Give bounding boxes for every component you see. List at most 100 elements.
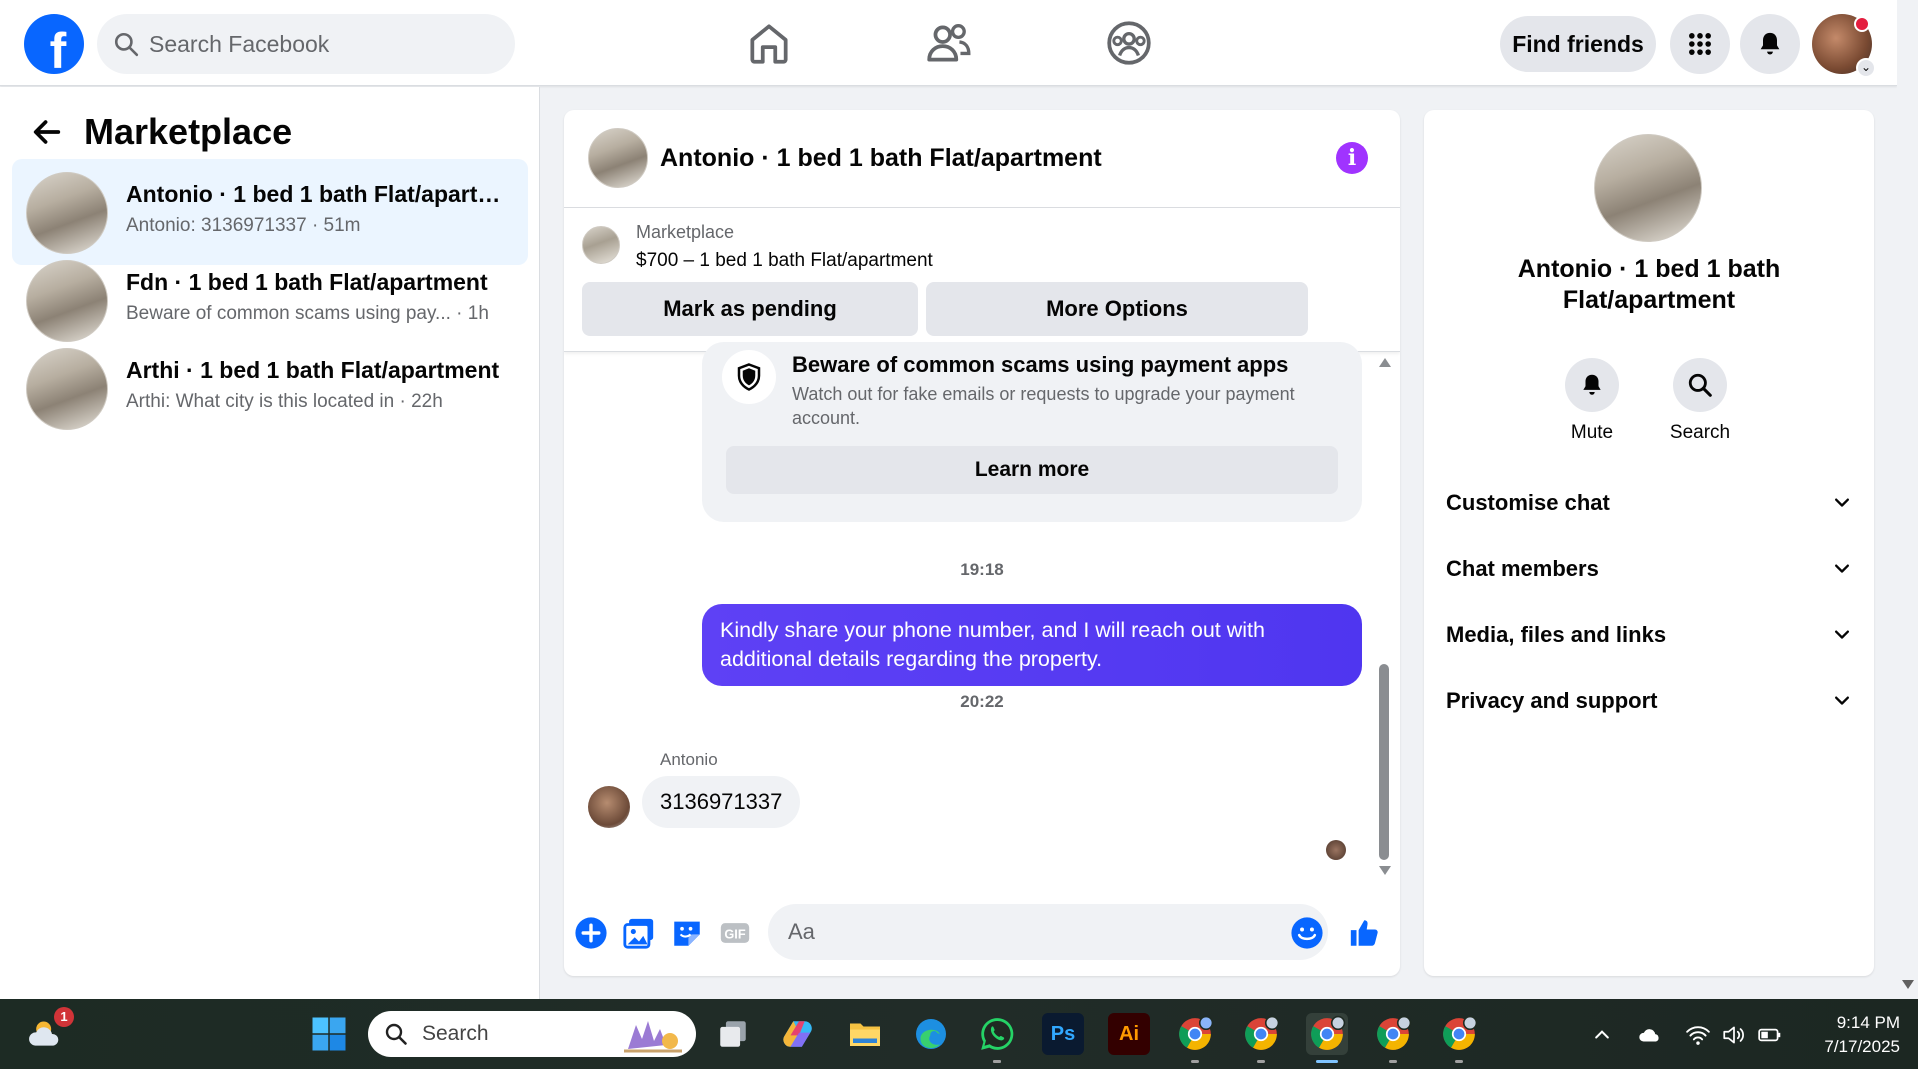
file-explorer-button[interactable] — [844, 1013, 886, 1055]
page-scrollbar[interactable] — [1897, 0, 1918, 1000]
listing-price[interactable]: $700 – 1 bed 1 bath Flat/apartment — [636, 250, 933, 272]
menu-button[interactable] — [1670, 14, 1730, 74]
chrome-button-2[interactable] — [1240, 1013, 1282, 1063]
illustrator-button[interactable]: Ai — [1108, 1013, 1150, 1055]
back-arrow-icon[interactable] — [30, 115, 64, 149]
section-privacy-support[interactable]: Privacy and support — [1446, 676, 1852, 726]
marketplace-inbox-panel: Marketplace Antonio · 1 bed 1 bath Flat/… — [0, 87, 540, 999]
section-media-files-links[interactable]: Media, files and links — [1446, 610, 1852, 660]
sender-name: Antonio — [660, 750, 718, 769]
chevron-down-icon: ⌄ — [1856, 58, 1876, 78]
running-indicator — [993, 1060, 1001, 1063]
listing-source: Marketplace — [636, 222, 735, 242]
emoji-icon[interactable] — [1290, 916, 1324, 950]
account-avatar[interactable]: ⌄ — [1812, 14, 1876, 78]
chat-panel: Antonio · 1 bed 1 bath Flat/apartment i … — [564, 110, 1400, 976]
mark-as-pending-button[interactable]: Mark as pending — [582, 282, 918, 336]
incoming-message[interactable]: 3136971337 — [642, 776, 801, 828]
network-tray[interactable] — [1684, 1021, 1712, 1049]
top-navigation-bar: f Find friends ⌄ — [0, 0, 1897, 86]
learn-more-button[interactable]: Learn more — [726, 446, 1338, 494]
mute-action[interactable]: Mute — [1552, 358, 1632, 444]
section-chat-members[interactable]: Chat members — [1446, 544, 1852, 594]
illustrator-icon: Ai — [1119, 1022, 1139, 1045]
outgoing-message[interactable]: Kindly share your phone number, and I wi… — [702, 604, 1362, 686]
speaker-icon — [1723, 1026, 1744, 1044]
facebook-search[interactable] — [97, 14, 515, 74]
scam-warning-title: Beware of common scams using payment app… — [792, 352, 1289, 377]
battery-tray[interactable] — [1756, 1021, 1784, 1049]
cloud-icon — [1639, 1029, 1659, 1042]
mute-label: Mute — [1570, 422, 1614, 443]
chrome-button-1[interactable] — [1174, 1013, 1216, 1063]
scroll-up-arrow-icon[interactable] — [1379, 358, 1391, 367]
search-in-chat-button[interactable] — [1673, 358, 1727, 412]
message-composer: GIF — [564, 900, 1400, 976]
photo-icon[interactable] — [622, 916, 656, 950]
scrollbar-thumb[interactable] — [1379, 664, 1389, 860]
notification-dot — [1854, 16, 1870, 32]
onedrive-tray[interactable] — [1636, 1021, 1664, 1049]
copilot-button[interactable] — [778, 1013, 820, 1055]
sender-avatar[interactable] — [588, 786, 630, 828]
info-icon[interactable]: i — [1336, 142, 1368, 174]
shield-icon — [722, 350, 776, 404]
chrome-button-3-active[interactable] — [1306, 1013, 1348, 1063]
plus-circle-icon[interactable] — [574, 916, 608, 950]
weather-badge: 1 — [54, 1007, 74, 1027]
facebook-logo[interactable]: f — [24, 14, 84, 74]
conversation-title: Antonio · 1 bed 1 bath Flat/apartm... — [126, 181, 516, 207]
taskbar-search-input[interactable] — [422, 1011, 622, 1057]
edge-icon — [916, 1019, 946, 1049]
chat-title[interactable]: Antonio · 1 bed 1 bath Flat/apartment — [660, 144, 1102, 173]
grid-menu-icon — [1689, 33, 1711, 55]
weather-widget[interactable]: 1 — [26, 1007, 74, 1055]
groups-icon[interactable] — [1104, 18, 1154, 68]
show-hidden-icons[interactable] — [1588, 1021, 1616, 1049]
mute-button[interactable] — [1565, 358, 1619, 412]
clock-time: 9:14 PM — [1836, 1013, 1900, 1032]
edge-button[interactable] — [910, 1013, 952, 1055]
find-friends-button[interactable]: Find friends — [1500, 16, 1656, 72]
task-view-icon — [720, 1021, 746, 1047]
chevron-down-icon — [1835, 696, 1849, 705]
windows-start-icon — [312, 1017, 346, 1051]
bell-icon — [1760, 32, 1780, 55]
photoshop-button[interactable]: Ps — [1042, 1013, 1084, 1055]
chat-details-name: Antonio · 1 bed 1 bath Flat/apartment — [1517, 255, 1781, 314]
sticker-icon[interactable] — [670, 916, 704, 950]
chat-details-avatar[interactable] — [1594, 134, 1702, 242]
chat-avatar[interactable] — [588, 128, 648, 188]
chrome-button-4[interactable] — [1372, 1013, 1414, 1063]
start-button[interactable] — [308, 1013, 350, 1055]
message-scrollbar[interactable] — [1376, 352, 1392, 892]
search-input[interactable] — [149, 14, 489, 74]
friends-icon[interactable] — [924, 18, 974, 68]
scroll-down-arrow-icon[interactable] — [1902, 980, 1914, 989]
conversation-title: Fdn · 1 bed 1 bath Flat/apartment — [126, 269, 488, 295]
conversation-title: Arthi · 1 bed 1 bath Flat/apartment — [126, 357, 500, 383]
scroll-down-arrow-icon[interactable] — [1379, 866, 1391, 875]
message-input[interactable] — [768, 904, 1328, 960]
home-icon[interactable] — [744, 18, 794, 68]
section-customise-chat[interactable]: Customise chat — [1446, 478, 1852, 528]
chrome-icon — [1245, 1015, 1280, 1050]
scam-warning-card: Beware of common scams using payment app… — [702, 342, 1362, 522]
thumbs-up-icon[interactable] — [1348, 916, 1382, 950]
whatsapp-button[interactable] — [976, 1013, 1018, 1063]
listing-thumbnail[interactable] — [582, 226, 620, 264]
gif-icon[interactable]: GIF — [718, 916, 752, 950]
conversation-item-arthi[interactable]: Arthi · 1 bed 1 bath Flat/apartment Arth… — [12, 335, 528, 441]
volume-tray[interactable] — [1720, 1021, 1748, 1049]
task-view-button[interactable] — [712, 1013, 754, 1055]
more-options-button[interactable]: More Options — [926, 282, 1308, 336]
clock-date: 7/17/2025 — [1824, 1037, 1900, 1056]
taskbar-search[interactable] — [368, 1011, 696, 1057]
taskbar-clock[interactable]: 9:14 PM 7/17/2025 — [1800, 1011, 1900, 1059]
chrome-button-5[interactable] — [1438, 1013, 1480, 1063]
notifications-button[interactable] — [1740, 14, 1800, 74]
seen-indicator-avatar — [1326, 840, 1346, 860]
search-icon — [385, 1023, 407, 1045]
chevron-down-icon — [1835, 564, 1849, 573]
search-action[interactable]: Search — [1660, 358, 1740, 444]
